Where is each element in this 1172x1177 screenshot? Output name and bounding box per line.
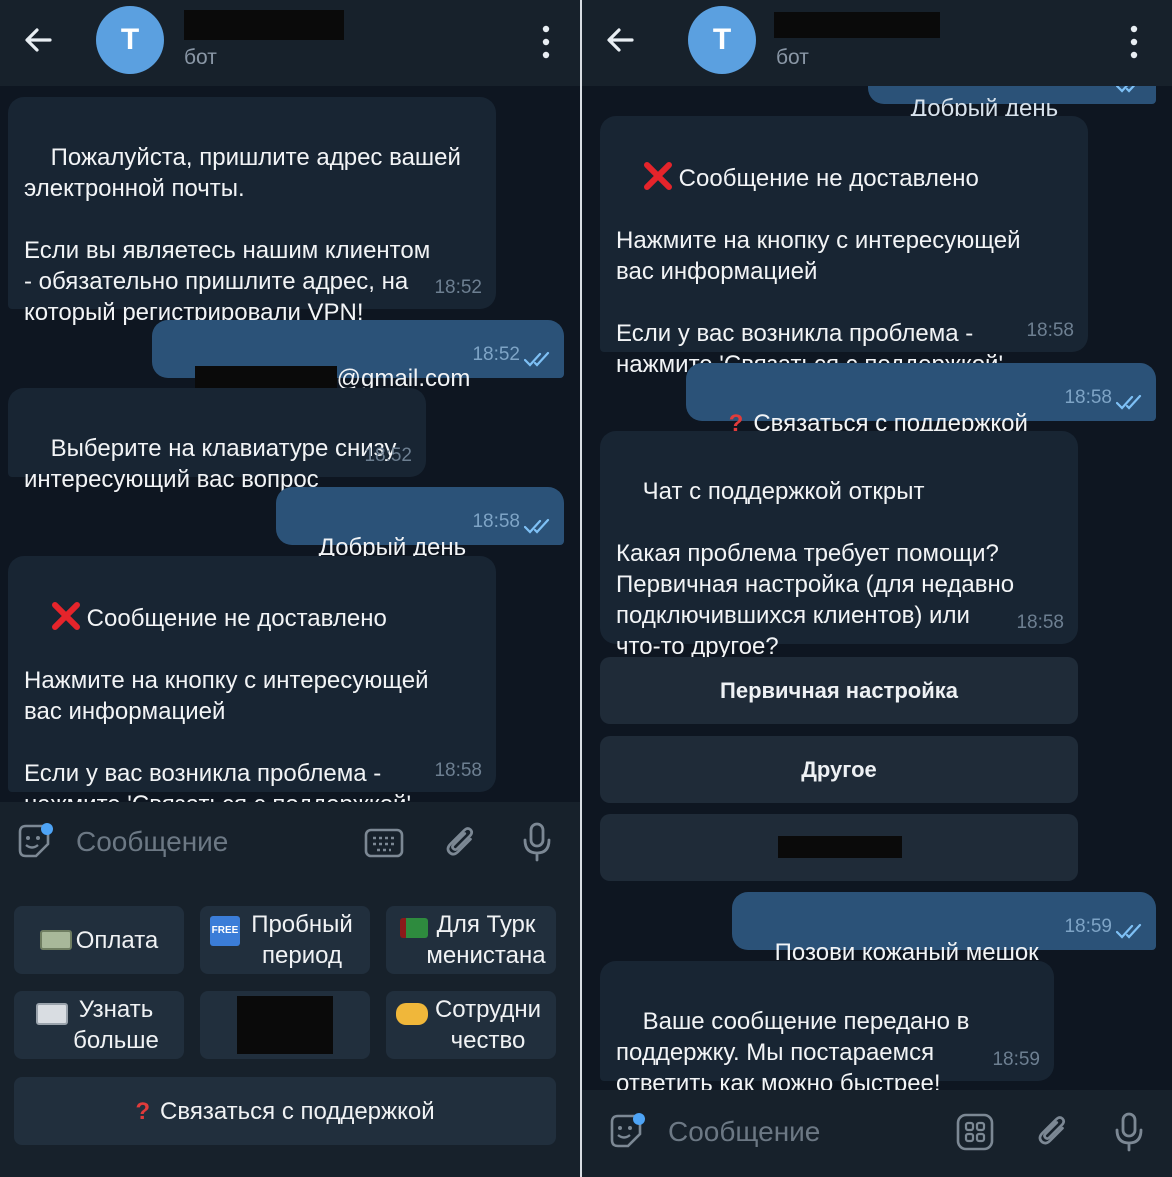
double-check-icon (524, 351, 550, 367)
message-outgoing: @gmail.com 18:52 (152, 320, 564, 394)
message-time: 18:58 (434, 760, 482, 781)
message-time: 18:59 (1064, 916, 1112, 937)
keyboard-button-learn-more[interactable]: Узнать больше (14, 991, 184, 1059)
sticker-icon[interactable] (14, 822, 54, 862)
bot-name-redacted (184, 10, 344, 40)
keyboard-button-support[interactable]: ? Связаться с поддержкой (14, 1077, 556, 1145)
back-arrow-icon[interactable] (602, 22, 638, 58)
message-text: Чат с поддержкой открыт Какая проблема т… (616, 478, 1015, 660)
microphone-icon[interactable] (522, 822, 552, 862)
newspaper-icon (36, 1003, 68, 1025)
more-options-icon[interactable] (1128, 24, 1140, 60)
message-incoming: Сообщение не доставлено Нажмите на кнопк… (8, 556, 496, 818)
message-incoming: Выберите на клавиатуре снизу интересующи… (8, 388, 426, 493)
attach-icon[interactable] (442, 824, 480, 862)
flag-turkmenistan-icon (400, 918, 428, 938)
sticker-icon[interactable] (606, 1112, 646, 1152)
more-options-icon[interactable] (540, 24, 552, 60)
bot-name-redacted (774, 12, 940, 38)
message-input-bar: Сообщение (582, 1090, 1172, 1177)
avatar[interactable]: T (96, 6, 164, 74)
message-text: Ваше сообщение передано в поддержку. Мы … (616, 1008, 970, 1097)
message-incoming: Ваше сообщение передано в поддержку. Мы … (600, 961, 1054, 1097)
handshake-icon (396, 1003, 428, 1025)
keyboard-button-cooperation[interactable]: Сотрудни чество (386, 991, 556, 1059)
message-incoming: Пожалуйста, пришлите адрес вашей электро… (8, 97, 496, 326)
message-time: 18:58 (1064, 387, 1112, 408)
attach-icon[interactable] (1034, 1113, 1072, 1151)
avatar[interactable]: T (688, 6, 756, 74)
cross-mark-icon (643, 162, 672, 190)
inline-button-initial-setup[interactable]: Первичная настройка (600, 657, 1078, 724)
label-redacted (237, 996, 333, 1054)
inline-button-redacted[interactable] (600, 814, 1078, 881)
double-check-icon (1116, 923, 1142, 939)
chat-header: T бот (582, 0, 1172, 86)
message-input[interactable]: Сообщение (668, 1116, 820, 1148)
message-time: 18:52 (364, 445, 412, 466)
message-time: 18:58 (1026, 320, 1074, 341)
message-text: Нажмите на кнопку с интересующей вас инф… (616, 227, 1021, 378)
message-text: Выберите на клавиатуре снизу интересующи… (24, 435, 397, 493)
message-time: 18:58 (472, 511, 520, 532)
message-time: 18:59 (992, 1049, 1040, 1070)
bot-subtitle: бот (776, 46, 809, 69)
message-outgoing: ? Связаться с поддержкой 18:58 (686, 363, 1156, 437)
double-check-icon (1116, 394, 1142, 410)
free-badge-icon: FREE (210, 916, 240, 946)
microphone-icon[interactable] (1114, 1112, 1144, 1152)
message-outgoing: Добрый день 18:58 (276, 487, 564, 561)
back-arrow-icon[interactable] (20, 22, 56, 58)
double-check-icon (524, 518, 550, 534)
message-text: Пожалуйста, пришлите адрес вашей электро… (24, 144, 461, 326)
keyboard-button-trial[interactable]: FREE Пробный период (200, 906, 370, 974)
message-incoming: Чат с поддержкой открыт Какая проблема т… (600, 431, 1078, 660)
bot-keyboard-icon[interactable] (956, 1113, 994, 1151)
keyboard-button-turkmenistan[interactable]: Для Турк менистана (386, 906, 556, 974)
message-input[interactable]: Сообщение (76, 826, 228, 858)
message-time: 18:52 (472, 344, 520, 365)
message-text: Нажмите на кнопку с интересующей вас инф… (24, 667, 429, 818)
message-time: 18:52 (434, 277, 482, 298)
inline-button-other[interactable]: Другое (600, 736, 1078, 803)
message-incoming: Сообщение не доставлено Нажмите на кнопк… (600, 116, 1088, 378)
label-redacted (778, 836, 902, 858)
message-heading: Сообщение не доставлено (86, 605, 387, 632)
chat-header: T бот (0, 0, 580, 86)
right-screen: Добрый день 18:58 T бот Сообщение не дос… (582, 0, 1172, 1177)
reply-keyboard: Оплата FREE Пробный период Для Турк менис… (0, 882, 580, 1177)
keyboard-icon[interactable] (364, 828, 404, 858)
question-mark-icon: ? (135, 1097, 151, 1125)
cross-mark-icon (51, 602, 80, 630)
bot-subtitle: бот (184, 46, 217, 69)
money-icon (39, 930, 72, 950)
message-outgoing: Позови кожаный мешок 18:59 (732, 892, 1156, 966)
keyboard-button-payment[interactable]: Оплата (14, 906, 184, 974)
keyboard-button-redacted[interactable] (200, 991, 370, 1059)
message-time: 18:58 (1016, 612, 1064, 633)
message-input-bar: Сообщение (0, 802, 580, 882)
left-screen: T бот Пожалуйста, пришлите адрес вашей э… (0, 0, 580, 1177)
message-heading: Сообщение не доставлено (678, 165, 979, 192)
